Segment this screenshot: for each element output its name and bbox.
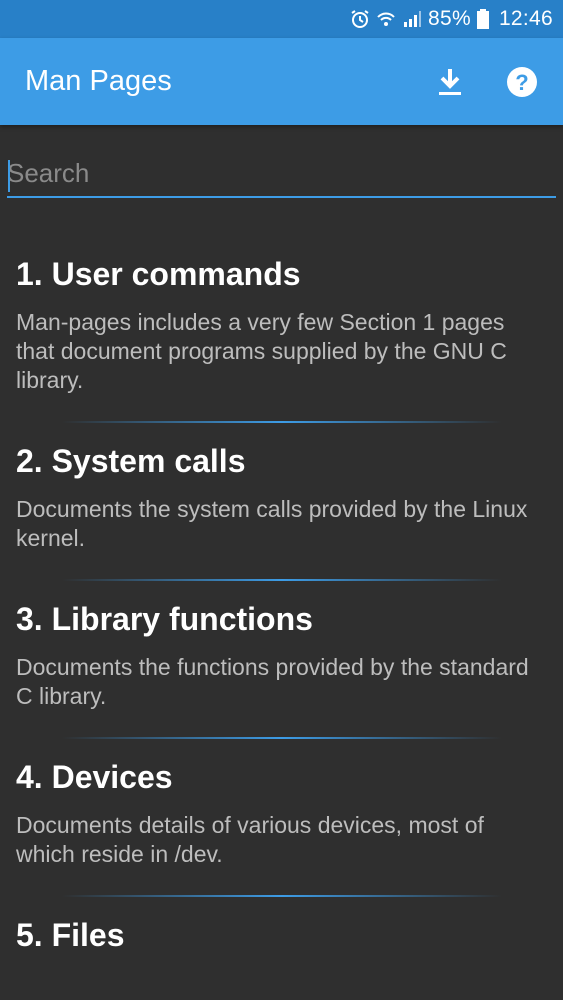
signal-icon: [402, 9, 422, 29]
section-item-user-commands[interactable]: 1. User commands Man-pages includes a ve…: [0, 236, 563, 423]
search-input[interactable]: [7, 150, 556, 198]
section-title: 1. User commands: [16, 256, 301, 292]
help-button[interactable]: ?: [492, 52, 552, 112]
section-description: Documents details of various devices, mo…: [16, 812, 484, 867]
section-item-library-functions[interactable]: 3. Library functions Documents the funct…: [0, 581, 563, 739]
battery-icon: [476, 9, 489, 29]
section-item-system-calls[interactable]: 2. System calls Documents the system cal…: [0, 423, 563, 581]
section-item-devices[interactable]: 4. Devices Documents details of various …: [0, 739, 563, 897]
app-bar: Man Pages ?: [0, 38, 563, 125]
text-cursor: [8, 160, 10, 192]
alarm-icon: [350, 9, 370, 29]
app-title: Man Pages: [25, 65, 172, 97]
download-icon: [439, 68, 461, 95]
battery-level: 85%: [428, 7, 471, 30]
section-description: Man-pages includes a very few Section 1 …: [16, 309, 507, 393]
wifi-icon: [376, 9, 396, 29]
download-button[interactable]: [420, 52, 480, 112]
status-bar: 85% 12:46: [0, 0, 563, 38]
search-container: [7, 150, 556, 201]
section-title: 2. System calls: [16, 443, 246, 479]
svg-text:?: ?: [515, 70, 528, 95]
help-icon: ?: [507, 66, 537, 97]
section-item-files[interactable]: 5. Files: [0, 897, 563, 955]
section-list: 1. User commands Man-pages includes a ve…: [0, 236, 563, 955]
clock: 12:46: [498, 7, 553, 30]
section-description: Documents the functions provided by the …: [16, 654, 529, 709]
section-description: Documents the system calls provided by t…: [16, 496, 528, 551]
section-title: 3. Library functions: [16, 601, 313, 637]
section-title: 4. Devices: [16, 759, 173, 795]
section-title: 5. Files: [16, 917, 125, 953]
